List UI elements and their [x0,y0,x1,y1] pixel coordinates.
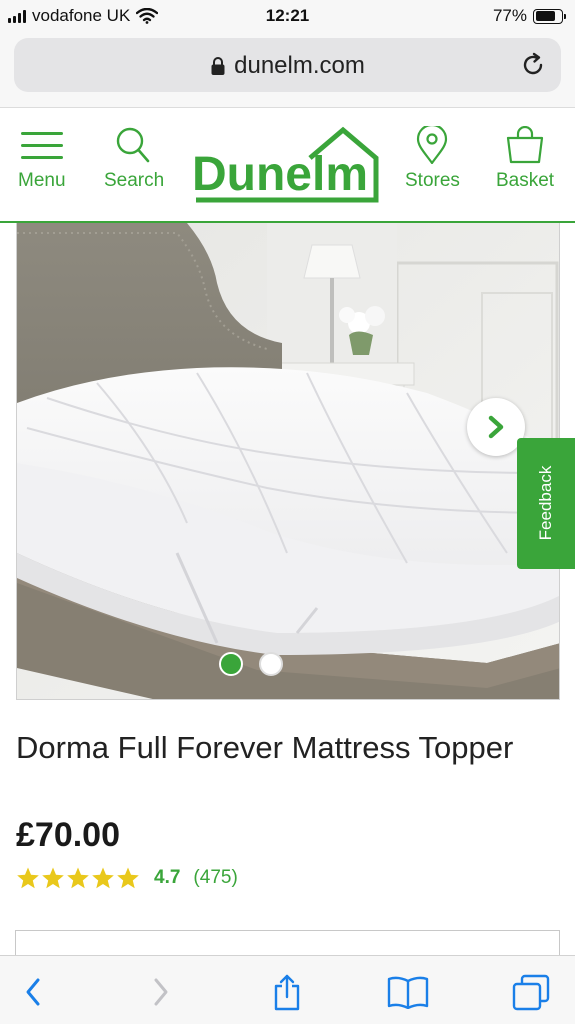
stores-button[interactable]: Stores [405,126,460,192]
basket-bag-icon [506,126,544,164]
basket-button[interactable]: Basket [496,126,554,192]
carousel-dot-2[interactable] [259,652,283,676]
hamburger-icon [20,132,63,159]
book-icon [387,976,429,1009]
feedback-label: Feedback [536,465,555,541]
battery-icon [533,8,566,24]
share-icon [274,974,300,1011]
clock: 12:21 [265,6,310,25]
star-icon [67,867,89,889]
menu-button[interactable]: Menu [18,126,66,192]
address-bar[interactable]: dunelm.com [14,38,561,92]
tabs-icon [512,974,550,1011]
dunelm-logo[interactable]: Dunelm [190,126,385,210]
product-price: £70.00 [16,816,120,854]
lock-icon [211,57,225,75]
star-rating [16,866,140,890]
site-header: Menu Search Dunelm Stores Basket [0,108,575,223]
status-bar: vodafone UK 12:21 77% [0,0,575,32]
carousel-dot-1[interactable] [219,652,243,676]
battery-percent: 77% [492,6,527,25]
url-display: dunelm.com [14,52,561,80]
rating-value: 4.7 [154,867,181,888]
menu-label: Menu [18,170,66,191]
star-icon [42,867,64,889]
chevron-left-icon [26,978,40,1006]
search-label: Search [104,170,165,191]
search-button[interactable]: Search [104,126,164,192]
battery-fill [535,11,555,21]
share-button[interactable] [265,970,309,1014]
review-count: (475) [193,867,238,888]
tabs-button[interactable] [509,970,553,1014]
search-icon [116,127,150,163]
product-title: Dorma Full Forever Mattress Topper [16,730,514,765]
chevron-right-icon [488,415,504,439]
forward-button[interactable] [139,970,183,1014]
basket-label: Basket [496,170,555,191]
product-image-carousel[interactable] [16,223,560,700]
back-button[interactable] [11,970,55,1014]
star-icon [17,867,39,889]
location-pin-icon [417,126,448,164]
battery-group: 77% [492,6,566,26]
stores-label: Stores [405,170,460,191]
logo-text: Dunelm [192,148,368,201]
rating-summary[interactable]: 4.7 (475) [16,866,238,890]
star-icon [117,867,139,889]
browser-toolbar [0,955,575,1024]
bookmarks-button[interactable] [386,970,430,1014]
browser-address-area: dunelm.com [0,32,575,108]
star-icon [92,867,114,889]
feedback-tab[interactable]: Feedback [517,438,575,569]
chevron-right-icon [154,978,168,1006]
reload-icon[interactable] [519,51,547,79]
url-text: dunelm.com [234,52,365,79]
mattress-topper-photo [17,223,559,699]
